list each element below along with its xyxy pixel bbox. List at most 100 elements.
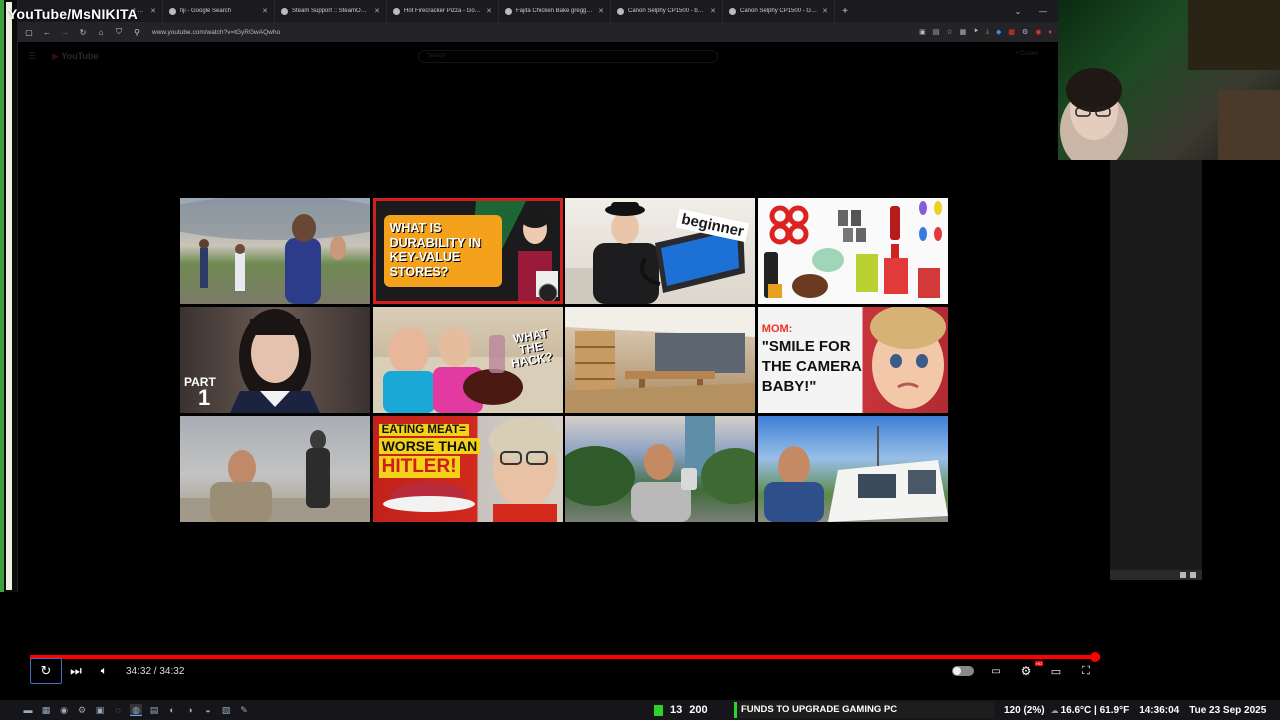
app-icon[interactable]: ◑ <box>184 704 196 716</box>
panel-handle-icon[interactable] <box>1180 572 1186 578</box>
ublock-icon[interactable]: ◉ <box>1035 28 1041 36</box>
temperature-readout: 16.6°C | 61.9°F <box>1060 704 1130 716</box>
side-panel-scrollbar[interactable] <box>1110 570 1202 580</box>
home-icon[interactable]: ⌂ <box>96 28 106 37</box>
video-thumbnail[interactable]: WHAT IS DURABILITY IN KEY-VALUE STORES? <box>372 198 563 304</box>
youtube-logo[interactable]: ▶ YouTube <box>52 51 98 62</box>
video-thumbnail[interactable]: PART 1 <box>180 307 370 413</box>
replay-button[interactable]: ↻ <box>30 658 62 684</box>
thumbnail-title-line-1: EATING MEAT= <box>378 424 469 436</box>
file-explorer-icon[interactable]: ▬ <box>22 704 34 716</box>
autoplay-toggle[interactable] <box>952 666 974 676</box>
player-controls: ↻ ⏭ 🔈︎ 34:32 / 34:32 ▭ ⚙ HD ▭ ⛶ <box>30 658 1100 684</box>
close-icon[interactable]: ✕ <box>150 7 156 15</box>
address-bar[interactable]: www.youtube.com/watch?v=tGyRGwAQwho <box>152 29 280 36</box>
captions-button[interactable]: ▭ <box>982 658 1010 684</box>
extension-icon[interactable]: ▩ <box>1008 28 1015 36</box>
app-icon[interactable]: ◌ <box>112 704 124 716</box>
tab-label: Steam Support :: SteamOS Inst... <box>292 8 370 14</box>
browser-app-icon[interactable]: ◍ <box>130 704 142 716</box>
time-display: 34:32 / 34:32 <box>126 665 185 677</box>
cpu-readout: 120 (2%) <box>1004 704 1045 716</box>
sidebar-toggle-icon[interactable]: ▢ <box>24 28 34 37</box>
browser-tab-6[interactable]: Canon Selphy CP1500 - buy at ... ✕ <box>611 0 723 22</box>
video-thumbnail[interactable]: WHAT THE HACK? <box>372 307 563 413</box>
thumbnail-part-number: 1 <box>198 385 211 410</box>
goal-indicator <box>654 704 663 716</box>
app-icon[interactable]: ▤ <box>148 704 160 716</box>
download-icon[interactable]: ⤓ <box>986 28 989 36</box>
new-tab-button[interactable]: + <box>835 6 855 17</box>
screen: YouTube/MsNIKITA I Think I Just Found Th… <box>0 0 1280 720</box>
app-icon[interactable]: ▦ <box>40 704 52 716</box>
browser-tab-5[interactable]: Fajita Chicken Bake greggs - G... ✕ <box>499 0 611 22</box>
picture-in-picture-icon[interactable]: ▣ <box>919 28 926 36</box>
theater-mode-button[interactable]: ▭ <box>1042 658 1070 684</box>
app-icon[interactable]: ⚙ <box>76 704 88 716</box>
video-thumbnail[interactable]: MOM: "SMILE FOR THE CAMERA BABY!" <box>757 307 948 413</box>
extension-icon[interactable]: ⯈ <box>973 28 979 36</box>
forward-icon[interactable]: → <box>60 28 70 37</box>
thumbnail-art <box>565 416 756 522</box>
thumbnail-title-line-2: WORSE THAN <box>378 438 481 454</box>
extension-icon[interactable]: ⚙ <box>1022 28 1028 36</box>
close-icon[interactable]: ✕ <box>486 7 492 15</box>
toolbar-extensions: ▣ ▤ ☆ ▦ ⯈ ⤓ ◆ ▩ ⚙ ◉ ♦ <box>919 28 1052 36</box>
thumbnail-art <box>565 202 746 304</box>
close-icon[interactable]: ✕ <box>262 7 268 15</box>
reload-icon[interactable]: ↻ <box>78 28 88 37</box>
close-icon[interactable]: ✕ <box>822 7 828 15</box>
fullscreen-button[interactable]: ⛶ <box>1072 658 1100 684</box>
browser-tab-4[interactable]: Hot Firecracker Pizza - Google ... ✕ <box>387 0 499 22</box>
hamburger-menu-icon[interactable]: ☰ <box>28 51 36 62</box>
create-label: Create <box>1019 51 1038 57</box>
app-icon[interactable]: ◒ <box>202 704 214 716</box>
thumbnail-title-line-2: THE CAMERA <box>761 358 862 375</box>
panel-handle-icon[interactable] <box>1190 572 1196 578</box>
video-thumbnail[interactable] <box>565 416 756 522</box>
app-icon[interactable]: ◐ <box>166 704 178 716</box>
minimize-icon[interactable]: — <box>1028 7 1058 16</box>
video-thumbnail[interactable] <box>180 416 370 522</box>
app-icon[interactable]: ▣ <box>94 704 106 716</box>
close-icon[interactable]: ✕ <box>710 7 716 15</box>
tab-list-chevron-icon[interactable]: ⌄ <box>1008 7 1028 16</box>
left-panel-bar <box>6 2 12 590</box>
video-thumbnail[interactable] <box>180 198 370 304</box>
search-input[interactable]: Search <box>418 50 718 63</box>
video-thumbnail[interactable]: beginner <box>565 198 756 304</box>
app-icon[interactable]: ✎ <box>238 704 250 716</box>
video-thumbnail[interactable] <box>565 307 756 413</box>
site-info-icon[interactable]: ⚲ <box>132 28 142 37</box>
thumbnail-art <box>180 198 370 304</box>
theater-icon: ▭ <box>1050 665 1062 678</box>
goal-current: 13 <box>670 704 683 716</box>
gear-icon: ⚙ <box>1020 664 1032 678</box>
back-icon[interactable]: ← <box>42 28 52 37</box>
video-thumbnail[interactable]: EATING MEAT= WORSE THAN HITLER! <box>372 416 563 522</box>
app-icon[interactable]: ▧ <box>220 704 232 716</box>
mute-button[interactable]: 🔈︎ <box>90 658 118 684</box>
browser-tab-2[interactable]: fiji - Google Search ✕ <box>163 0 275 22</box>
browser-tab-3[interactable]: Steam Support :: SteamOS Inst... ✕ <box>275 0 387 22</box>
reader-icon[interactable]: ▤ <box>933 28 940 36</box>
bookmark-star-icon[interactable]: ☆ <box>946 28 952 36</box>
goal-total: 200 <box>689 704 708 716</box>
shield-icon[interactable]: ⛉ <box>114 27 124 37</box>
goal-label: FUNDS TO UPGRADE GAMING PC <box>734 702 994 718</box>
thumbnail-art <box>565 307 756 413</box>
collections-icon[interactable]: ▦ <box>960 28 967 36</box>
menu-icon[interactable]: ♦ <box>1048 29 1052 36</box>
extension-icon[interactable]: ◆ <box>996 28 1001 36</box>
end-screen-video-grid: WHAT IS DURABILITY IN KEY-VALUE STORES? … <box>180 198 948 522</box>
video-thumbnail[interactable] <box>757 198 948 304</box>
settings-button[interactable]: ⚙ HD <box>1012 658 1043 684</box>
create-button[interactable]: + Create <box>1015 51 1038 57</box>
side-panel <box>1110 160 1202 580</box>
close-icon[interactable]: ✕ <box>598 7 604 15</box>
browser-tab-7[interactable]: Canon Selphy CP1500 - Google ... ✕ <box>723 0 835 22</box>
app-icon[interactable]: ◉ <box>58 704 70 716</box>
video-thumbnail[interactable] <box>757 416 948 522</box>
close-icon[interactable]: ✕ <box>374 7 380 15</box>
next-button[interactable]: ⏭ <box>62 658 90 684</box>
